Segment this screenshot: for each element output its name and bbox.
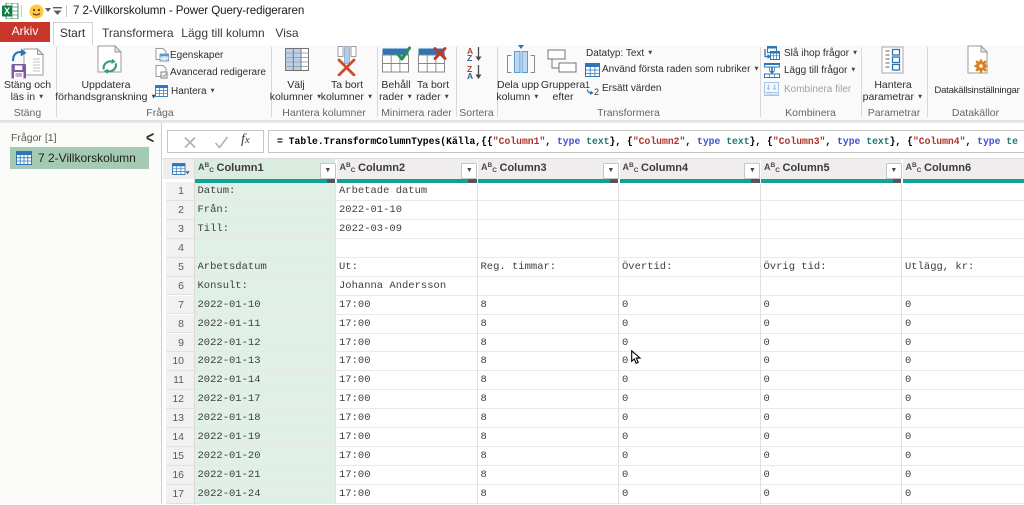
svg-text:1: 1 bbox=[585, 80, 590, 90]
svg-text:2: 2 bbox=[594, 87, 599, 96]
svg-text:X: X bbox=[4, 6, 10, 16]
